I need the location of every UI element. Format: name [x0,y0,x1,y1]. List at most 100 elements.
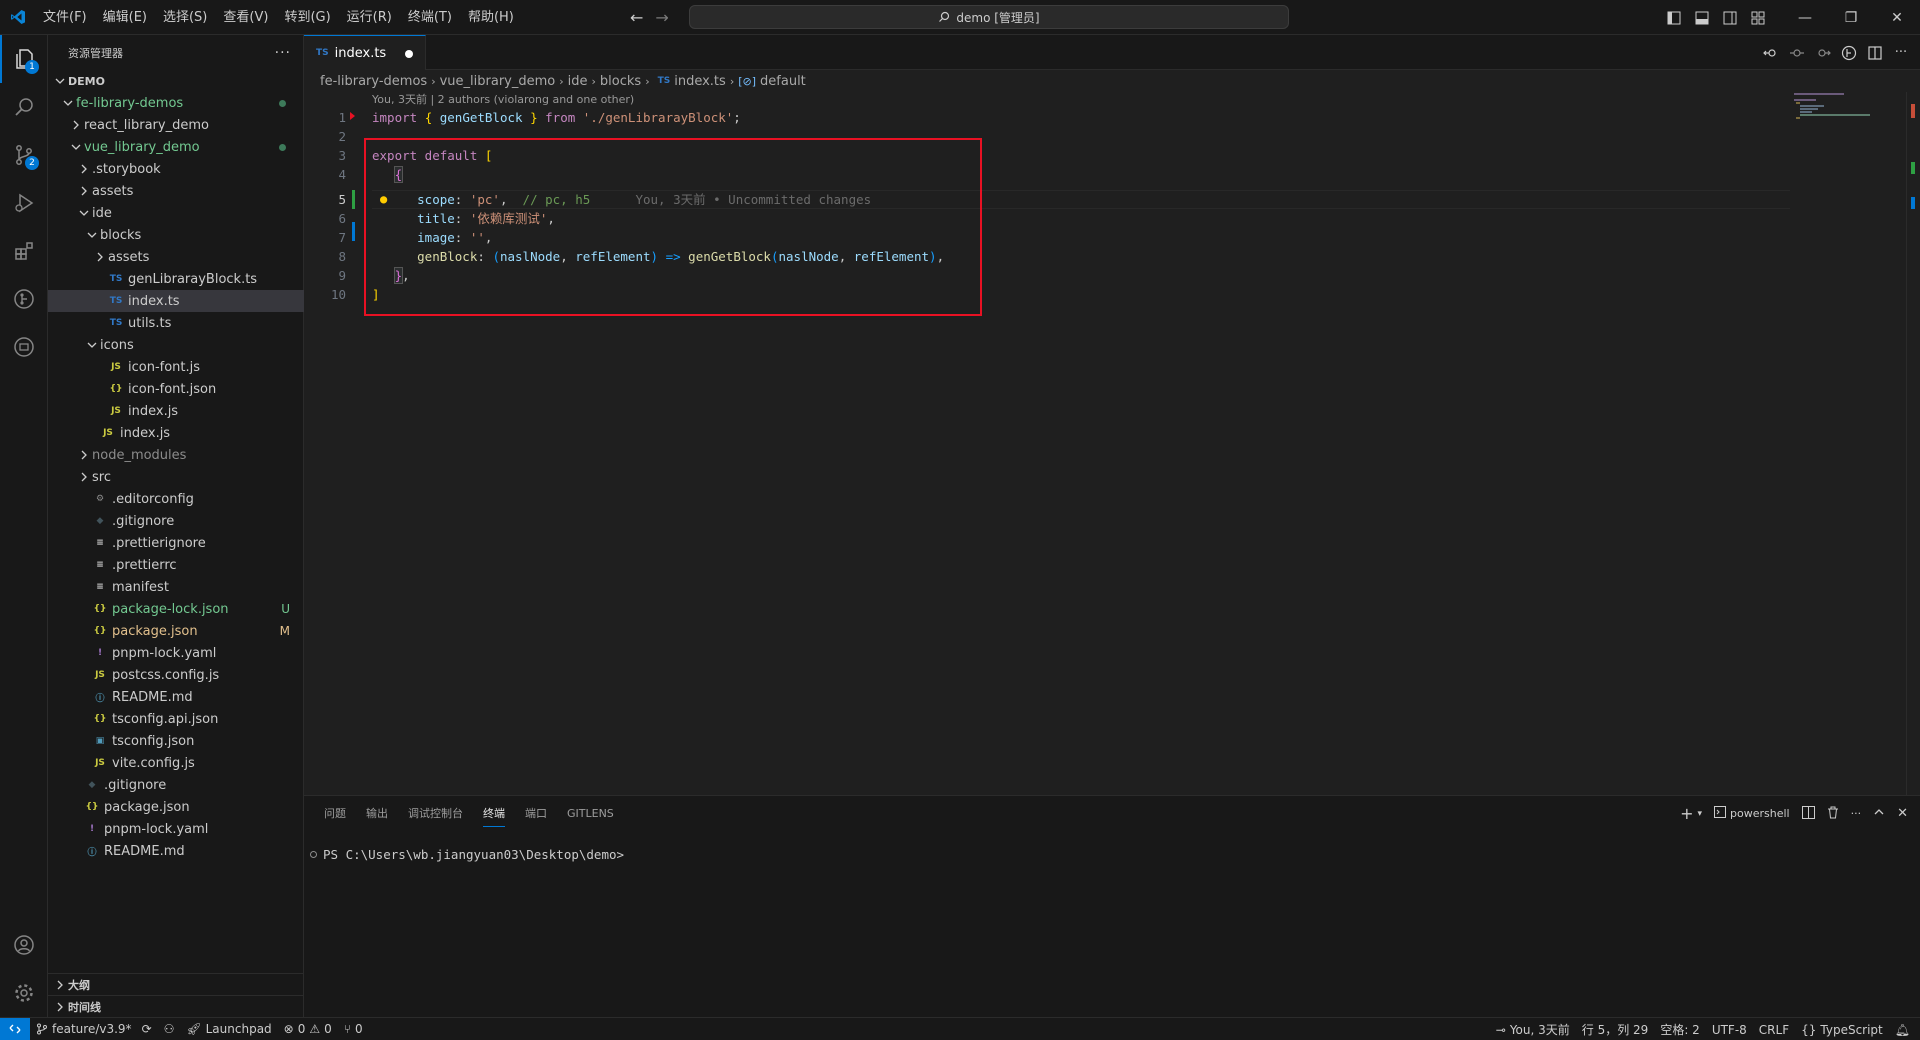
source-control-activity[interactable]: 2 [0,131,48,179]
open-changes-icon[interactable] [1788,44,1806,62]
split-editor-icon[interactable] [1866,44,1884,62]
tree-file[interactable]: JS icon-font.js [48,356,304,378]
tree-file[interactable]: ⓘ README.md [48,686,304,708]
cursor-position-status[interactable]: 行 5，列 29 [1576,1018,1655,1040]
language-status[interactable]: {} TypeScript [1795,1018,1889,1040]
tree-folder[interactable]: .storybook [48,158,304,180]
ai-status[interactable]: ⚇ [158,1018,181,1040]
unsaved-dot-icon[interactable] [405,50,413,58]
gitlens-activity[interactable] [0,275,48,323]
breadcrumb-item[interactable]: ide [568,74,588,89]
tree-folder[interactable]: ide [48,202,304,224]
trash-icon[interactable] [1827,806,1839,822]
terminal-shell-label[interactable]: powershell [1730,807,1790,820]
problems-status[interactable]: ⊗ 0 ⚠ 0 [278,1018,338,1040]
search-activity[interactable] [0,83,48,131]
minimize-icon[interactable]: — [1782,0,1828,35]
menu-terminal[interactable]: 终端(T) [400,0,460,35]
tab-ports[interactable]: 端口 [515,796,557,831]
go-back-changes-icon[interactable] [1762,44,1780,62]
codelens-authors[interactable]: You, 3天前 | 2 authors (violarong and one … [372,92,634,108]
tree-file[interactable]: TS genLibrarayBlock.ts [48,268,304,290]
tree-file[interactable]: ◆ .gitignore [48,510,304,532]
explorer-activity[interactable]: 1 [0,35,48,83]
gitlens-inspect-icon[interactable] [1840,44,1858,62]
tree-folder[interactable]: blocks [48,224,304,246]
ports-status[interactable]: ⑂ 0 [338,1018,369,1040]
eol-status[interactable]: CRLF [1753,1018,1795,1040]
restore-icon[interactable]: ❐ [1828,0,1874,35]
remote-indicator[interactable] [0,1017,30,1040]
tree-file[interactable]: ≡ .prettierrc [48,554,304,576]
tree-file[interactable]: {} tsconfig.api.json [48,708,304,730]
tree-folder[interactable]: assets [48,180,304,202]
new-terminal-icon[interactable]: + [1680,804,1693,823]
tab-debug-console[interactable]: 调试控制台 [398,796,473,831]
extensions-activity[interactable] [0,227,48,275]
more-actions-icon[interactable]: ··· [1892,44,1910,62]
blame-status[interactable]: ⊸ You, 3天前 [1490,1018,1576,1040]
menu-file[interactable]: 文件(F) [35,0,95,35]
toggle-sidebar-icon[interactable] [1660,0,1688,35]
sync-icon[interactable]: ⟳ [142,1022,152,1036]
accounts-activity[interactable] [0,921,48,969]
menu-help[interactable]: 帮助(H) [460,0,522,35]
minimap[interactable] [1786,92,1906,132]
run-debug-activity[interactable] [0,179,48,227]
tree-folder[interactable]: react_library_demo [48,114,304,136]
breadcrumb-item[interactable]: blocks [600,74,641,89]
tab-output[interactable]: 输出 [356,796,398,831]
tree-file[interactable]: ! pnpm-lock.yaml [48,818,304,840]
outline-section[interactable]: 大纲 [48,973,304,995]
manage-activity[interactable] [0,969,48,1017]
breadcrumb-item[interactable]: index.ts [674,74,726,89]
tree-file[interactable]: ⚙ .editorconfig [48,488,304,510]
tree-file[interactable]: TS utils.ts [48,312,304,334]
tab-index-ts[interactable]: TS index.ts [304,35,426,70]
chevron-down-icon[interactable]: ▾ [1697,809,1702,819]
tree-file[interactable]: JS vite.config.js [48,752,304,774]
tree-folder[interactable]: fe-library-demos [48,92,304,114]
notifications-status[interactable]: 🔔︎ [1889,1018,1920,1040]
tree-file[interactable]: ≡ manifest [48,576,304,598]
indentation-status[interactable]: 空格: 2 [1654,1018,1706,1040]
tree-file[interactable]: JS postcss.config.js [48,664,304,686]
forward-arrow-icon[interactable]: → [655,8,668,27]
more-actions-icon[interactable]: ··· [275,45,291,61]
menu-edit[interactable]: 编辑(E) [95,0,155,35]
more-actions-icon[interactable]: ··· [1851,807,1862,820]
breadcrumb-item[interactable]: fe-library-demos [320,74,427,89]
tree-file[interactable]: JS index.js [48,422,304,444]
branch-status[interactable]: feature/v3.9* ⟳ [30,1018,158,1040]
menu-run[interactable]: 运行(R) [339,0,400,35]
encoding-status[interactable]: UTF-8 [1706,1018,1753,1040]
tree-file[interactable]: ! pnpm-lock.yaml [48,642,304,664]
breadcrumb-item[interactable]: vue_library_demo [440,74,556,89]
timeline-section[interactable]: 时间线 [48,995,304,1017]
remote-explorer-activity[interactable] [0,323,48,371]
launchpad-status[interactable]: 🚀︎ Launchpad [180,1018,277,1040]
toggle-panel-icon[interactable] [1688,0,1716,35]
tree-file[interactable]: ⓘ README.md [48,840,304,862]
tree-folder[interactable]: node_modules [48,444,304,466]
tree-folder[interactable]: icons [48,334,304,356]
maximize-panel-icon[interactable] [1873,806,1885,821]
tab-problems[interactable]: 问题 [314,796,356,831]
close-panel-icon[interactable]: ✕ [1897,806,1908,821]
tree-file[interactable]: {} package.json [48,796,304,818]
tree-folder[interactable]: src [48,466,304,488]
tree-folder[interactable]: vue_library_demo [48,136,304,158]
tree-file[interactable]: ▣ tsconfig.json [48,730,304,752]
menu-view[interactable]: 查看(V) [215,0,276,35]
tab-gitlens[interactable]: GITLENS [557,796,624,831]
tree-file[interactable]: JS index.js [48,400,304,422]
split-terminal-icon[interactable] [1801,805,1815,822]
tree-file[interactable]: TS index.ts [48,290,304,312]
terminal-output[interactable]: PS C:\Users\wb.jiangyuan03\Desktop\demo> [310,847,624,862]
menu-selection[interactable]: 选择(S) [155,0,215,35]
back-arrow-icon[interactable]: ← [630,8,643,27]
code-editor[interactable]: You, 3天前 | 2 authors (violarong and one … [304,92,1920,795]
tree-file[interactable]: ≡ .prettierignore [48,532,304,554]
tree-file[interactable]: {} package.json M [48,620,304,642]
menu-go[interactable]: 转到(G) [276,0,338,35]
